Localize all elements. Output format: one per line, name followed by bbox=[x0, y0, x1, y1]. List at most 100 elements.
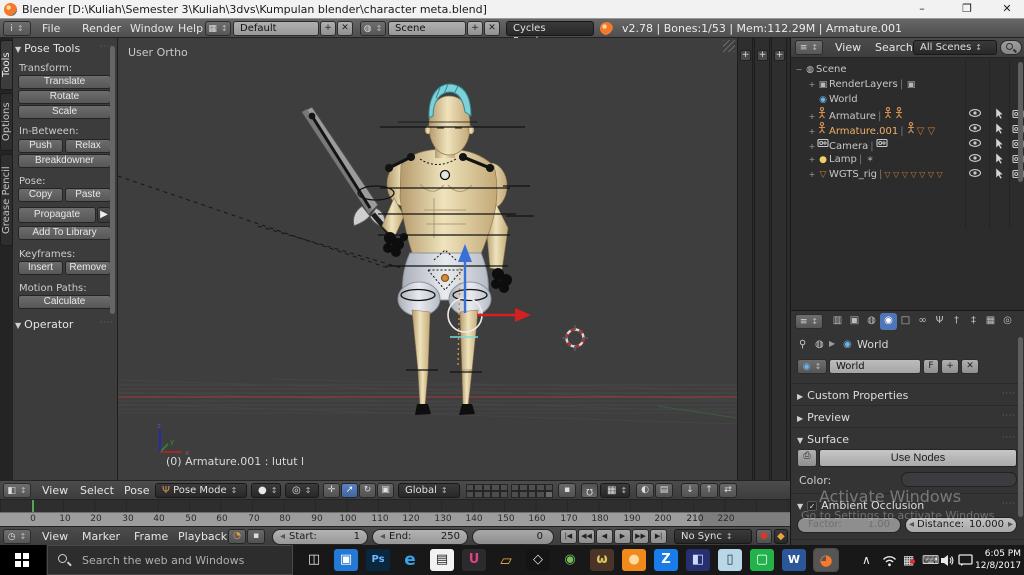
breakdowner-button[interactable]: Breakdowner bbox=[18, 154, 111, 168]
tab-constraints[interactable]: ∞ bbox=[914, 313, 931, 330]
timeline-view-menu[interactable]: View bbox=[36, 527, 74, 546]
select-menu[interactable]: Select bbox=[74, 481, 120, 500]
opengl-render-anim-button[interactable]: ▤ bbox=[655, 483, 673, 498]
layer-grid-1[interactable] bbox=[466, 484, 508, 498]
collapse-toggle[interactable]: − bbox=[794, 62, 804, 77]
pose-tools-panel-header[interactable]: ▼ Pose Tools bbox=[15, 42, 80, 55]
taskbar-app-line[interactable]: ▢ bbox=[750, 549, 774, 571]
taskbar-app-photos[interactable]: ▣ bbox=[334, 549, 358, 571]
taskbar-app-notes[interactable]: ▯ bbox=[718, 549, 742, 571]
scale-button[interactable]: Scale bbox=[18, 105, 111, 119]
taskbar-app-edge[interactable]: e bbox=[398, 549, 422, 571]
screen-layout-icon-button[interactable]: ▦ ↕ bbox=[205, 21, 231, 36]
collapsed-region-strip[interactable]: + bbox=[737, 38, 753, 480]
menu-render[interactable]: Render bbox=[76, 19, 127, 38]
world-color-swatch[interactable] bbox=[901, 472, 1017, 487]
jump-prev-keyframe-button[interactable]: ◀◀ bbox=[578, 529, 595, 544]
start-button[interactable] bbox=[0, 545, 46, 575]
selectable-cursor-icon[interactable] bbox=[993, 168, 1006, 181]
copy-button[interactable]: Copy bbox=[18, 188, 63, 202]
editor-type-selector[interactable]: ≡ ↕ bbox=[795, 314, 823, 329]
pose-menu[interactable]: Pose bbox=[118, 481, 155, 500]
jump-next-keyframe-button[interactable]: ▶▶ bbox=[632, 529, 649, 544]
selectable-cursor-icon[interactable] bbox=[993, 123, 1006, 136]
tab-options[interactable]: Options bbox=[0, 93, 13, 151]
frame-end-field[interactable]: ◂ End: 250 bbox=[372, 529, 468, 545]
manipulator-translate-button[interactable]: ↗ bbox=[341, 483, 358, 498]
custom-properties-panel[interactable]: ▶ Custom Properties bbox=[797, 389, 908, 402]
outliner-search-button[interactable] bbox=[1000, 40, 1022, 55]
selectable-cursor-icon[interactable] bbox=[993, 138, 1006, 151]
taskbar-app-nox[interactable]: ● bbox=[622, 549, 646, 571]
taskbar-app-task-view[interactable]: ◫ bbox=[302, 549, 326, 571]
taskbar-search-input[interactable] bbox=[47, 545, 293, 575]
wifi-icon[interactable] bbox=[882, 554, 897, 567]
tray-chevron-icon[interactable]: ∧ bbox=[862, 553, 871, 567]
timeline-playback-menu[interactable]: Playback bbox=[172, 527, 233, 546]
timeline-marker-menu[interactable]: Marker bbox=[76, 527, 126, 546]
tab-physics[interactable]: ◎ bbox=[999, 313, 1016, 330]
taskbar-app-store[interactable]: ▤ bbox=[430, 549, 454, 571]
taskbar-app-word[interactable]: W bbox=[782, 549, 806, 571]
use-nodes-button[interactable]: Use Nodes bbox=[819, 449, 1017, 467]
properties-scrollbar[interactable] bbox=[1018, 337, 1023, 517]
autokey-record-button[interactable]: ● bbox=[756, 529, 772, 544]
tab-object-data[interactable]: Ψ bbox=[931, 313, 948, 330]
relax-button[interactable]: Relax bbox=[65, 139, 111, 153]
remove-keyframe-button[interactable]: Remove bbox=[65, 261, 111, 275]
layout-delete-button[interactable]: ✕ bbox=[337, 21, 353, 36]
new-datablock-button[interactable]: + bbox=[941, 359, 959, 374]
menu-file[interactable]: File bbox=[36, 19, 66, 38]
character-model[interactable] bbox=[381, 83, 512, 415]
play-reverse-button[interactable]: ◀ bbox=[596, 529, 613, 544]
jump-to-start-button[interactable]: |◀ bbox=[560, 529, 577, 544]
taskbar-app-jetbrains[interactable]: U bbox=[462, 549, 486, 571]
region-resize-corner[interactable] bbox=[723, 40, 735, 52]
tab-texture[interactable]: ▦ bbox=[982, 313, 999, 330]
editor-type-selector[interactable]: ◧ ↕ bbox=[3, 483, 31, 498]
tab-scene[interactable]: ◍ bbox=[863, 313, 880, 330]
mode-dropdown[interactable]: Ψ Pose Mode ↕ bbox=[155, 483, 247, 498]
scenes-filter-dropdown[interactable]: All Scenes ↕ bbox=[913, 40, 997, 55]
editor-type-selector[interactable]: ≡ ↕ bbox=[795, 40, 823, 55]
3d-cursor[interactable] bbox=[562, 325, 588, 351]
current-frame-indicator[interactable] bbox=[32, 500, 34, 512]
outliner-scrollbar[interactable] bbox=[1018, 62, 1023, 182]
lock-to-scene-button[interactable]: ▪ bbox=[558, 483, 576, 498]
timeline-frame-menu[interactable]: Frame bbox=[128, 527, 174, 546]
timeline-ruler[interactable]: 0 10 20 30 40 50 60 70 80 90 100 110 120… bbox=[0, 512, 790, 527]
selectable-cursor-icon[interactable] bbox=[993, 108, 1006, 121]
play-button[interactable]: ▶ bbox=[614, 529, 631, 544]
collapsed-region-strip[interactable]: + bbox=[754, 38, 770, 480]
screen-layout-field[interactable]: Default bbox=[233, 21, 319, 36]
toolshelf-scrollbar[interactable] bbox=[110, 46, 115, 314]
hide-eye-icon[interactable] bbox=[969, 168, 982, 181]
pin-icon[interactable]: ⚲ bbox=[799, 339, 806, 350]
tab-bone-constraints[interactable]: ‡ bbox=[965, 313, 982, 330]
push-button[interactable]: Push bbox=[18, 139, 63, 153]
3d-viewport[interactable]: User Ortho x y z (0) Armature.001: lutu… bbox=[117, 38, 738, 480]
fake-user-button[interactable]: F bbox=[923, 359, 939, 374]
taskbar-app-game[interactable]: ω bbox=[590, 549, 614, 571]
scene-icon-button[interactable]: ◍ ↕ bbox=[360, 21, 386, 36]
taskbar-app-zalo[interactable]: Z bbox=[654, 549, 678, 571]
minimize-button[interactable]: – bbox=[905, 0, 939, 19]
manipulator-rotate-button[interactable]: ↻ bbox=[359, 483, 376, 498]
editor-type-selector[interactable]: i ↕ bbox=[3, 21, 31, 36]
pose-paste-flipped-button[interactable]: ⇄ bbox=[719, 483, 737, 498]
clock[interactable]: 6:05 PM 12/8/2017 bbox=[975, 548, 1021, 572]
preview-range-button[interactable]: ◔ bbox=[228, 529, 246, 544]
tab-tools[interactable]: Tools bbox=[0, 40, 13, 90]
render-engine-dropdown[interactable]: Cycles Render↕ bbox=[506, 21, 594, 47]
taskbar-app-virtualbox[interactable]: ◧ bbox=[686, 549, 710, 571]
calculate-button[interactable]: Calculate bbox=[18, 295, 111, 309]
expand-toggle[interactable]: + bbox=[807, 152, 817, 167]
tray-keyboard-icon[interactable]: ⌨ bbox=[922, 553, 939, 567]
hide-eye-icon[interactable] bbox=[969, 153, 982, 166]
view-menu[interactable]: View bbox=[36, 481, 74, 500]
current-frame-field[interactable]: 0 bbox=[472, 529, 554, 545]
lock-time-button[interactable]: ▪ bbox=[247, 529, 265, 544]
expand-region-icon[interactable]: + bbox=[774, 50, 785, 61]
expand-toggle[interactable]: + bbox=[807, 77, 817, 92]
opengl-render-button[interactable]: ◐ bbox=[636, 483, 654, 498]
